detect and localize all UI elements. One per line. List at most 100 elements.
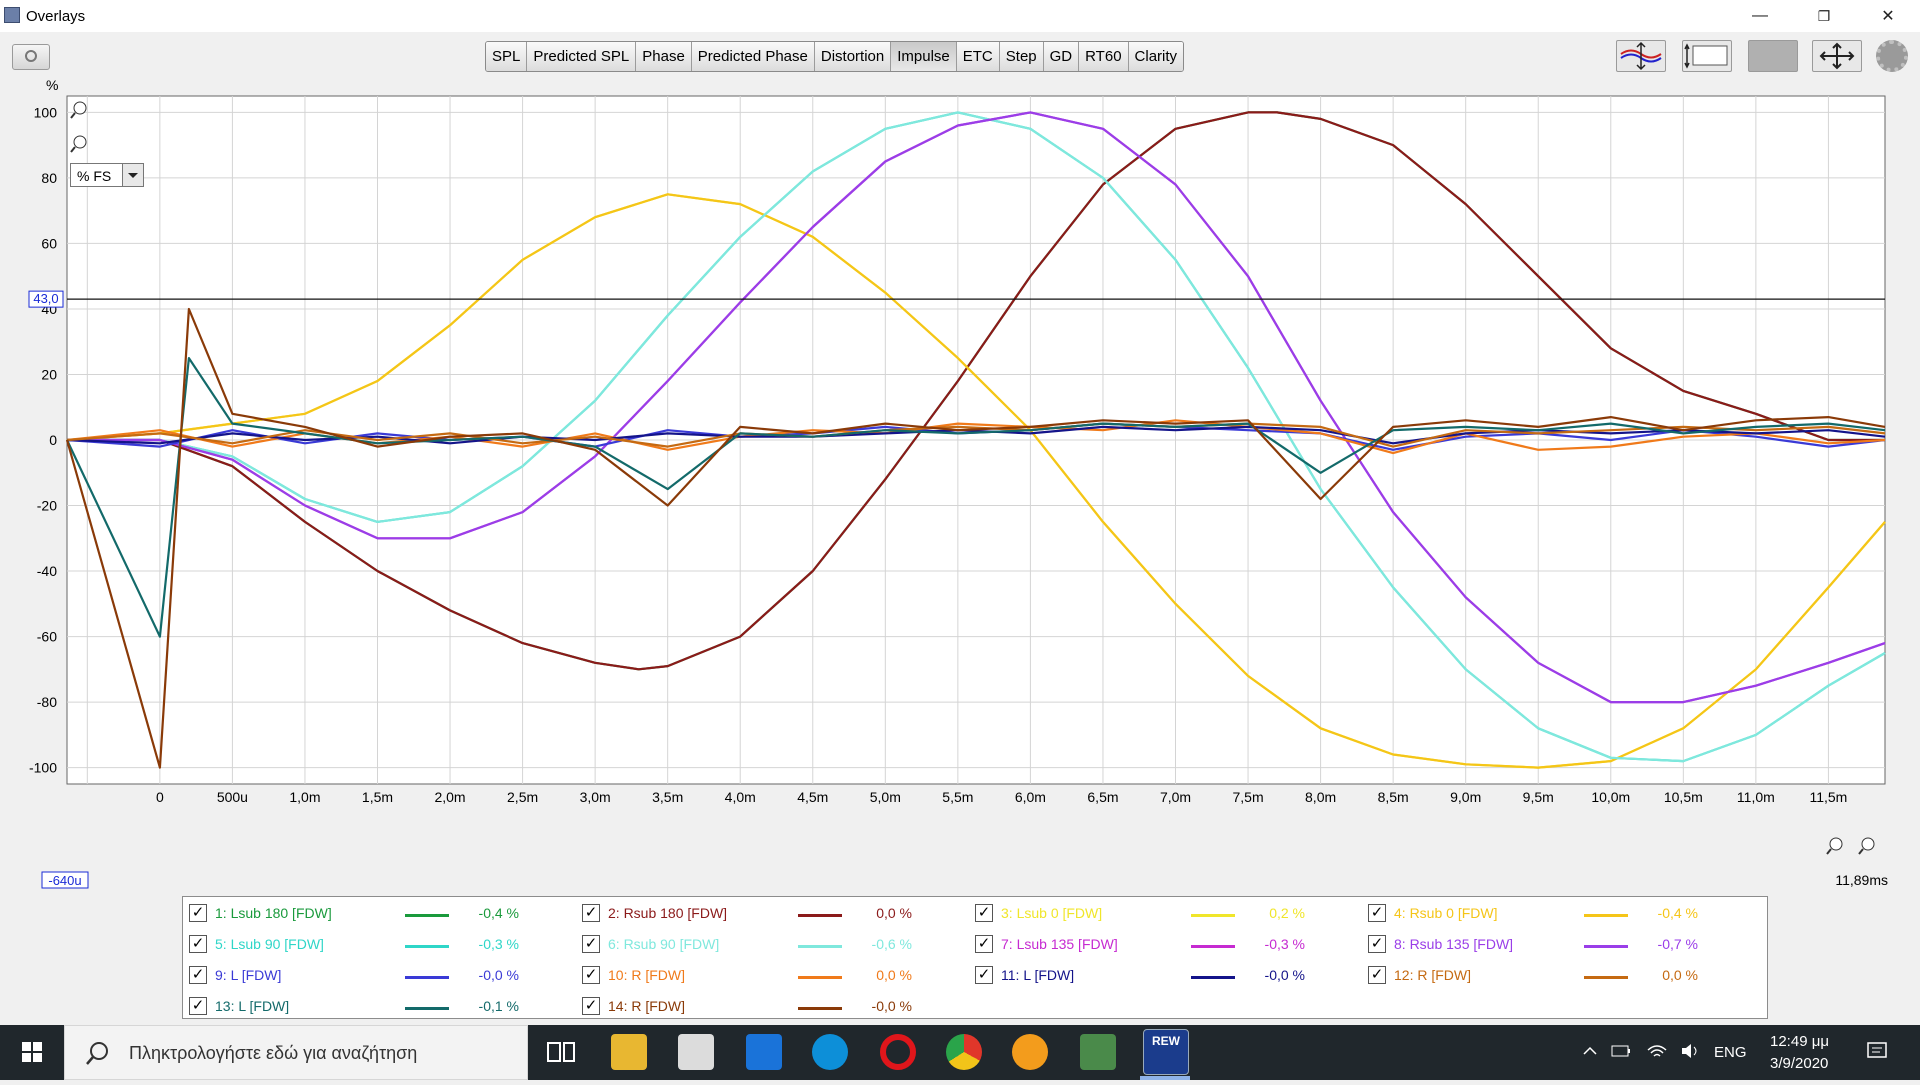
camera-icon[interactable] — [12, 44, 50, 70]
legend-checkbox[interactable]: ✓ — [975, 935, 993, 953]
legend-checkbox[interactable]: ✓ — [975, 966, 993, 984]
vertical-scale-icon[interactable] — [1616, 40, 1666, 72]
legend-item[interactable]: ✓ 6: Rsub 90 [FDW] -0,6 % — [582, 930, 972, 961]
horizontal-scale-icon[interactable] — [1682, 40, 1732, 72]
tab-phase[interactable]: Phase — [636, 42, 692, 71]
x-tick-label: 0 — [156, 789, 164, 805]
legend-label: 10: R [FDW] — [608, 967, 686, 983]
legend-item[interactable]: ✓ 10: R [FDW] 0,0 % — [582, 961, 972, 992]
brave-icon[interactable] — [1012, 1034, 1048, 1070]
y-tick-label: -60 — [37, 629, 57, 645]
legend-item[interactable]: ✓ 14: R [FDW] -0,0 % — [582, 992, 972, 1023]
legend-item[interactable]: ✓ 13: L [FDW] -0,1 % — [189, 992, 579, 1023]
tab-predicted-phase[interactable]: Predicted Phase — [691, 42, 815, 71]
legend-checkbox[interactable]: ✓ — [189, 997, 207, 1015]
clock-date[interactable]: 3/9/2020 — [1770, 1055, 1828, 1072]
legend-checkbox[interactable]: ✓ — [189, 966, 207, 984]
legend-value: -0,1 % — [478, 998, 519, 1014]
graph-area: % 100 80 60 40 20 0 -20 -40 -60 -80 -100 0 500u 1,0m… — [0, 78, 1920, 1025]
impulse-chart[interactable]: % 100806040200-20-40-60-80-100 0 500u 1,0m… — [0, 78, 1920, 898]
task-view-icon[interactable] — [543, 1034, 579, 1070]
legend-item[interactable]: ✓ 8: Rsub 135 [FDW] -0,7 % — [1368, 930, 1758, 961]
y-axis-unit: % — [46, 78, 58, 93]
tab-predicted-spl[interactable]: Predicted SPL — [527, 42, 637, 71]
settings-gear-icon[interactable] — [1876, 40, 1908, 72]
chevron-down-icon[interactable] — [122, 164, 143, 186]
restore-button[interactable]: ❐ — [1794, 0, 1854, 32]
x-tick-label: 6,0m — [1015, 789, 1046, 805]
zoom-out-horizontal-icon[interactable] — [1826, 837, 1843, 855]
edge-icon[interactable] — [812, 1034, 848, 1070]
minimize-button[interactable]: — — [1730, 0, 1790, 32]
scale-dropdown-value: % FS — [77, 168, 112, 184]
opera-icon[interactable] — [880, 1034, 916, 1070]
close-button[interactable]: ✕ — [1858, 0, 1918, 32]
rew-app-icon[interactable]: REW — [1143, 1029, 1189, 1075]
tab-clarity[interactable]: Clarity — [1128, 42, 1184, 71]
legend-checkbox[interactable]: ✓ — [582, 935, 600, 953]
legend-item[interactable]: ✓ 4: Rsub 0 [FDW] -0,4 % — [1368, 899, 1758, 930]
archive-app-icon[interactable] — [1080, 1034, 1116, 1070]
legend-label: 3: Lsub 0 [FDW] — [1001, 905, 1103, 921]
chevron-up-icon[interactable] — [1582, 1043, 1598, 1059]
search-box[interactable]: Πληκτρολογήστε εδώ για αναζήτηση — [64, 1025, 528, 1080]
wifi-icon[interactable] — [1646, 1042, 1668, 1060]
legend-item[interactable]: ✓ 5: Lsub 90 [FDW] -0,3 % — [189, 930, 579, 961]
legend-label: 2: Rsub 180 [FDW] — [608, 905, 728, 921]
legend-item[interactable]: ✓ 11: L [FDW] -0,0 % — [975, 961, 1365, 992]
x-tick-label: 500u — [217, 789, 248, 805]
tab-step[interactable]: Step — [999, 42, 1044, 71]
legend-checkbox[interactable]: ✓ — [1368, 935, 1386, 953]
fit-all-icon[interactable] — [1812, 40, 1862, 72]
legend-checkbox[interactable]: ✓ — [1368, 966, 1386, 984]
legend-item[interactable]: ✓ 7: Lsub 135 [FDW] -0,3 % — [975, 930, 1365, 961]
legend-checkbox[interactable]: ✓ — [582, 904, 600, 922]
x-tick-label: 6,5m — [1087, 789, 1118, 805]
legend-checkbox[interactable]: ✓ — [975, 904, 993, 922]
x-tick-label: 1,5m — [362, 789, 393, 805]
legend-checkbox[interactable]: ✓ — [189, 935, 207, 953]
file-explorer-icon[interactable] — [611, 1034, 647, 1070]
volume-icon[interactable] — [1680, 1042, 1702, 1060]
clock-time[interactable]: 12:49 μμ — [1770, 1033, 1829, 1050]
x-tick-labels: 0 500u 1,0m 1,5m 2,0m 2,5m 3,0m 3,5m 4,0m 4,5m 5,0… — [156, 789, 1847, 805]
legend-checkbox[interactable]: ✓ — [1368, 904, 1386, 922]
notification-icon[interactable] — [1866, 1040, 1888, 1062]
legend-label: 9: L [FDW] — [215, 967, 282, 983]
battery-icon[interactable] — [1610, 1042, 1632, 1060]
x-tick-label: 2,0m — [434, 789, 465, 805]
store-icon[interactable] — [678, 1034, 714, 1070]
y-tick-label: -40 — [37, 563, 57, 579]
legend-checkbox[interactable]: ✓ — [582, 966, 600, 984]
graph-tabs: SPL Predicted SPL Phase Predicted Phase Dist… — [485, 41, 1185, 72]
tab-distortion[interactable]: Distortion — [814, 42, 892, 71]
legend-value: 0,2 % — [1269, 905, 1305, 921]
tab-etc[interactable]: ETC — [956, 42, 1000, 71]
legend-value: -0,6 % — [871, 936, 912, 952]
start-button[interactable] — [0, 1025, 64, 1080]
legend-value: -0,4 % — [478, 905, 519, 921]
legend-label: 13: L [FDW] — [215, 998, 290, 1014]
language-indicator[interactable]: ENG — [1714, 1044, 1747, 1061]
legend-item[interactable]: ✓ 12: R [FDW] 0,0 % — [1368, 961, 1758, 992]
legend-item[interactable]: ✓ 2: Rsub 180 [FDW] 0,0 % — [582, 899, 972, 930]
scale-dropdown[interactable]: % FS — [70, 163, 144, 187]
legend-checkbox[interactable]: ✓ — [189, 904, 207, 922]
tab-impulse[interactable]: Impulse — [891, 42, 957, 71]
zoom-in-horizontal-icon[interactable] — [1858, 837, 1875, 855]
tab-rt60[interactable]: RT60 — [1079, 42, 1129, 71]
legend-panel: ✓ 1: Lsub 180 [FDW] -0,4 % ✓ 2: Rsub 180 [FD… — [182, 896, 1768, 1019]
y-tick-label: -20 — [37, 498, 57, 514]
legend-item[interactable]: ✓ 9: L [FDW] -0,0 % — [189, 961, 579, 992]
tab-spl[interactable]: SPL — [486, 42, 528, 71]
legend-item[interactable]: ✓ 3: Lsub 0 [FDW] 0,2 % — [975, 899, 1365, 930]
legend-value: -0,0 % — [1264, 967, 1305, 983]
legend-checkbox[interactable]: ✓ — [582, 997, 600, 1015]
search-placeholder: Πληκτρολογήστε εδώ για αναζήτηση — [129, 1043, 418, 1063]
legend-item[interactable]: ✓ 1: Lsub 180 [FDW] -0,4 % — [189, 899, 579, 930]
tab-gd[interactable]: GD — [1043, 42, 1080, 71]
legend-label: 6: Rsub 90 [FDW] — [608, 936, 720, 952]
fill-icon[interactable] — [1748, 40, 1798, 72]
mail-icon[interactable] — [746, 1034, 782, 1070]
chrome-icon[interactable] — [946, 1034, 982, 1070]
